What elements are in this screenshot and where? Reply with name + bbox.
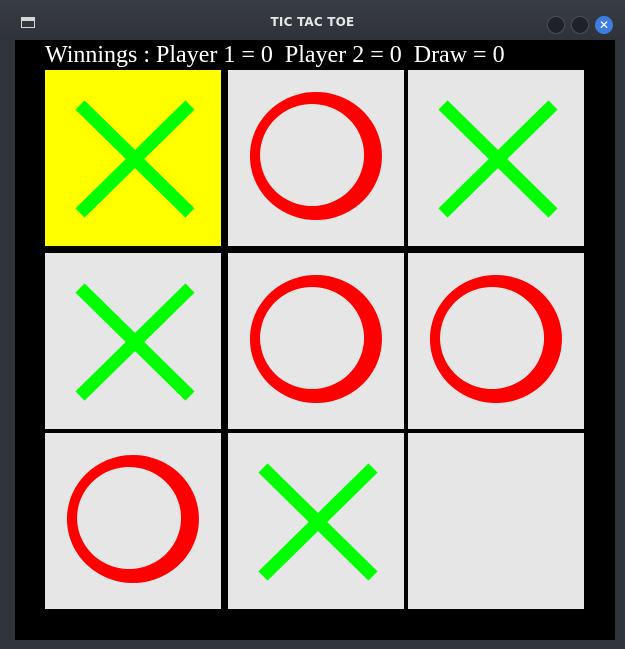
app-window: TIC TAC TOE ✕ Winnings : Player 1 = 0 Pl… <box>0 0 625 649</box>
game-canvas[interactable]: Winnings : Player 1 = 0 Player 2 = 0 Dra… <box>15 40 615 640</box>
maximize-button[interactable] <box>571 16 589 34</box>
minimize-button[interactable] <box>547 16 565 34</box>
board-cell-r3c3[interactable] <box>408 433 584 609</box>
x-mark-icon <box>438 100 558 218</box>
close-icon: ✕ <box>598 18 610 32</box>
board-cell-r3c1[interactable] <box>45 433 221 609</box>
board-cell-r2c2[interactable] <box>228 253 404 429</box>
x-mark-icon <box>75 100 195 218</box>
board-cell-r3c2[interactable] <box>228 433 404 609</box>
o-mark-icon <box>66 455 199 583</box>
board-cell-r2c3[interactable] <box>408 253 584 429</box>
x-mark-icon <box>258 463 378 581</box>
board-cell-r1c3[interactable] <box>408 70 584 246</box>
board-cell-r1c2[interactable] <box>228 70 404 246</box>
close-button[interactable]: ✕ <box>595 16 613 34</box>
title-bar[interactable]: TIC TAC TOE ✕ <box>0 0 625 40</box>
board-cell-r1c1[interactable] <box>45 70 221 246</box>
o-mark-icon <box>249 275 382 403</box>
x-mark-icon <box>75 283 195 401</box>
o-mark-icon <box>429 275 562 403</box>
o-mark-icon <box>249 92 382 220</box>
winnings-status: Winnings : Player 1 = 0 Player 2 = 0 Dra… <box>45 42 505 68</box>
window-title: TIC TAC TOE <box>270 15 355 29</box>
board-cell-r2c1[interactable] <box>45 253 221 429</box>
